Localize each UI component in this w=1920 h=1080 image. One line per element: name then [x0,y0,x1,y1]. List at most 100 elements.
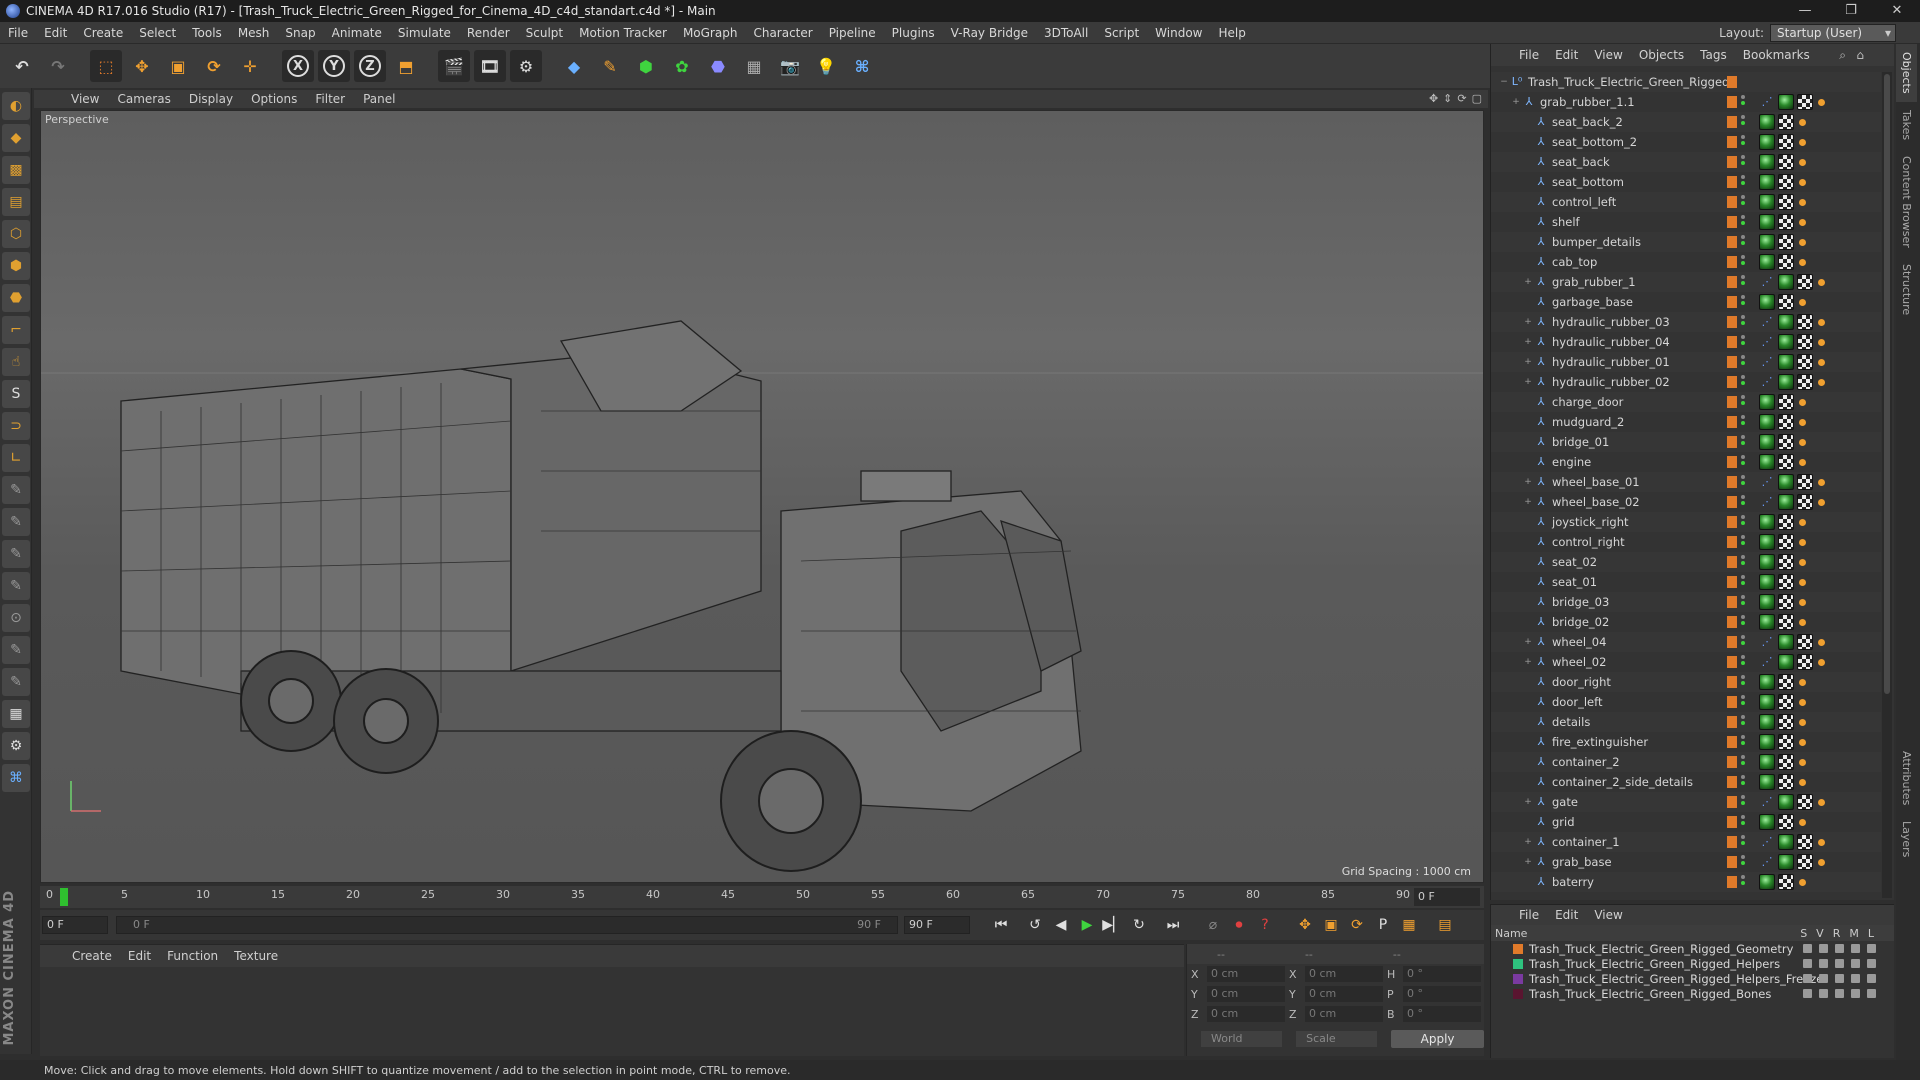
expand-icon[interactable]: + [1523,857,1533,867]
weight-tag-icon[interactable]: ⋰ [1759,854,1775,870]
material-tag-icon[interactable] [1759,174,1775,190]
object-row[interactable]: ⅄ container_2_side_details [1491,772,1881,792]
layer-flag-toggles[interactable] [1803,974,1876,983]
object-menu-edit[interactable]: Edit [1547,48,1586,62]
texture-tag-icon[interactable] [1797,794,1813,810]
texture-tag-icon[interactable] [1778,294,1794,310]
texture-tag-icon[interactable] [1778,134,1794,150]
visibility-dots[interactable] [1741,115,1745,127]
material-tag-icon[interactable] [1759,674,1775,690]
material-tag-icon[interactable] [1759,514,1775,530]
texture-tag-icon[interactable] [1778,594,1794,610]
weight-tag-icon[interactable]: ⋰ [1759,274,1775,290]
render-settings-icon[interactable]: ⚙ [510,50,542,82]
menu-help[interactable]: Help [1210,22,1253,44]
texture-tag-icon[interactable] [1778,154,1794,170]
texture-tag-icon[interactable] [1797,274,1813,290]
visibility-dots[interactable] [1741,655,1745,667]
render-view-icon[interactable]: 🎬 [438,50,470,82]
visibility-dots[interactable] [1741,235,1745,247]
texture-tag-icon[interactable] [1778,874,1794,890]
object-row[interactable]: ⅄ mudguard_2 [1491,412,1881,432]
texture-mode-icon[interactable]: ▩ [2,156,30,184]
layer-color-swatch[interactable] [1727,616,1737,628]
material-tag-icon[interactable] [1759,754,1775,770]
layer-color-swatch[interactable] [1727,476,1737,488]
layer-menu-edit[interactable]: Edit [1547,908,1586,922]
material-tag-icon[interactable] [1759,714,1775,730]
texture-tag-icon[interactable] [1797,854,1813,870]
layer-color-swatch[interactable] [1727,836,1737,848]
object-row[interactable]: ⅄ bridge_01 [1491,432,1881,452]
material-tag-icon[interactable] [1778,794,1794,810]
floor-environment-icon[interactable]: ▦ [738,50,770,82]
layer-color-swatch[interactable] [1727,116,1737,128]
rotation-b-field[interactable]: 0 ° [1403,1006,1481,1022]
selection-tag-icon[interactable] [1816,334,1826,350]
object-row[interactable]: ⅄ joystick_right [1491,512,1881,532]
visibility-dots[interactable] [1741,615,1745,627]
object-row[interactable]: ⅄ baterry [1491,872,1881,892]
layer-color-swatch[interactable] [1727,396,1737,408]
layer-color-swatch[interactable] [1727,876,1737,888]
object-row[interactable]: ⅄ seat_bottom [1491,172,1881,192]
expand-icon[interactable]: + [1523,637,1533,647]
material-tag-icon[interactable] [1759,534,1775,550]
selection-tag-icon[interactable] [1797,294,1807,310]
selection-tag-icon[interactable] [1816,634,1826,650]
coordinate-system-icon[interactable]: ⬒ [390,50,422,82]
layer-color-swatch[interactable] [1727,156,1737,168]
layer-color-swatch[interactable] [1727,436,1737,448]
autokey-icon[interactable]: ? [1252,912,1278,938]
live-selection-icon[interactable]: ⬚ [90,50,122,82]
material-tag-icon[interactable] [1759,214,1775,230]
visibility-dots[interactable] [1741,315,1745,327]
pen-spline-icon[interactable]: ✎ [594,50,626,82]
object-row[interactable]: ⅄ control_left [1491,192,1881,212]
material-tag-icon[interactable] [1759,694,1775,710]
material-tag-icon[interactable] [1778,94,1794,110]
texture-tag-icon[interactable] [1778,174,1794,190]
viewport-menu-filter[interactable]: Filter [306,92,354,106]
selection-tag-icon[interactable] [1816,314,1826,330]
pan-view-icon[interactable]: ✥ [1429,92,1438,105]
camera-icon[interactable]: 📷 [774,50,806,82]
record-position-icon[interactable]: ✥ [1292,912,1318,938]
layer-color-swatch[interactable] [1727,596,1737,608]
selection-tag-icon[interactable] [1797,774,1807,790]
selection-tag-icon[interactable] [1816,834,1826,850]
material-menu-texture[interactable]: Texture [226,949,286,963]
tab-layers[interactable]: Layers [1896,813,1917,865]
layer-row[interactable]: Trash_Truck_Electric_Green_Rigged_Helper… [1491,956,1894,971]
layer-color-swatch[interactable] [1727,416,1737,428]
layer-color-swatch[interactable] [1727,316,1737,328]
visibility-dots[interactable] [1741,395,1745,407]
texture-tag-icon[interactable] [1778,454,1794,470]
layer-color-swatch[interactable] [1727,176,1737,188]
material-tag-icon[interactable] [1759,154,1775,170]
size-x-field[interactable]: 0 cm [1305,966,1383,982]
end-frame-field[interactable]: 90 F [904,916,970,934]
selection-tag-icon[interactable] [1816,354,1826,370]
material-tag-icon[interactable] [1759,434,1775,450]
minimize-button[interactable]: — [1782,0,1828,22]
selection-tag-icon[interactable] [1797,254,1807,270]
grid-snap-icon[interactable]: ▦ [2,700,30,728]
layer-color-swatch[interactable] [1727,816,1737,828]
menu-window[interactable]: Window [1147,22,1210,44]
selection-tag-icon[interactable] [1797,714,1807,730]
selection-tag-icon[interactable] [1797,134,1807,150]
coordinate-mode-dropdown[interactable]: Scale [1296,1031,1378,1047]
weight-tag-icon[interactable]: ⋰ [1759,494,1775,510]
object-row[interactable]: ⅄ bumper_details [1491,232,1881,252]
record-scale-icon[interactable]: ▣ [1318,912,1344,938]
layer-color-swatch[interactable] [1727,336,1737,348]
weight-tag-icon[interactable]: ⋰ [1759,634,1775,650]
python-icon[interactable]: ⌘ [846,50,878,82]
layer-flag-toggles[interactable] [1803,944,1876,953]
goto-start-icon[interactable]: ⏮ [988,912,1014,938]
object-row[interactable]: ⅄ charge_door [1491,392,1881,412]
object-row[interactable]: + ⅄ hydraulic_rubber_04 ⋰ [1491,332,1881,352]
material-tag-icon[interactable] [1759,814,1775,830]
selection-tag-icon[interactable] [1797,754,1807,770]
